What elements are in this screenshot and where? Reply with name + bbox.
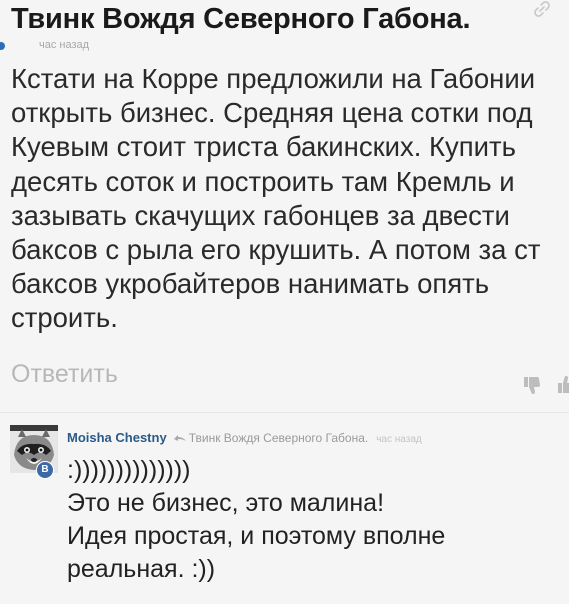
avatar-badge: B [36, 461, 54, 479]
link-icon[interactable] [533, 0, 551, 18]
comment-divider [0, 412, 569, 413]
reply-arrow-icon [173, 435, 186, 441]
post-text: Кстати на Корре предложили на Габонии от… [11, 63, 541, 334]
online-indicator-icon [0, 42, 5, 50]
post-timestamp: час назад [39, 39, 90, 51]
reply-header: Moisha Chestny Твинк Вождя Северного Габо… [67, 430, 422, 445]
reply-text: :)))))))))))))) Это не бизнес, это малин… [67, 456, 446, 583]
thumb-down-icon[interactable] [522, 375, 542, 395]
reply-to-author[interactable]: Твинк Вождя Северного Габона. [189, 431, 369, 445]
post-author-name[interactable]: Твинк Вождя Северного Габона. [11, 3, 471, 36]
thumb-up-icon[interactable] [556, 375, 569, 395]
reply-timestamp: час назад [376, 434, 422, 445]
reply-author-name[interactable]: Moisha Chestny [67, 430, 167, 445]
reply-button[interactable]: Ответить [11, 360, 118, 389]
